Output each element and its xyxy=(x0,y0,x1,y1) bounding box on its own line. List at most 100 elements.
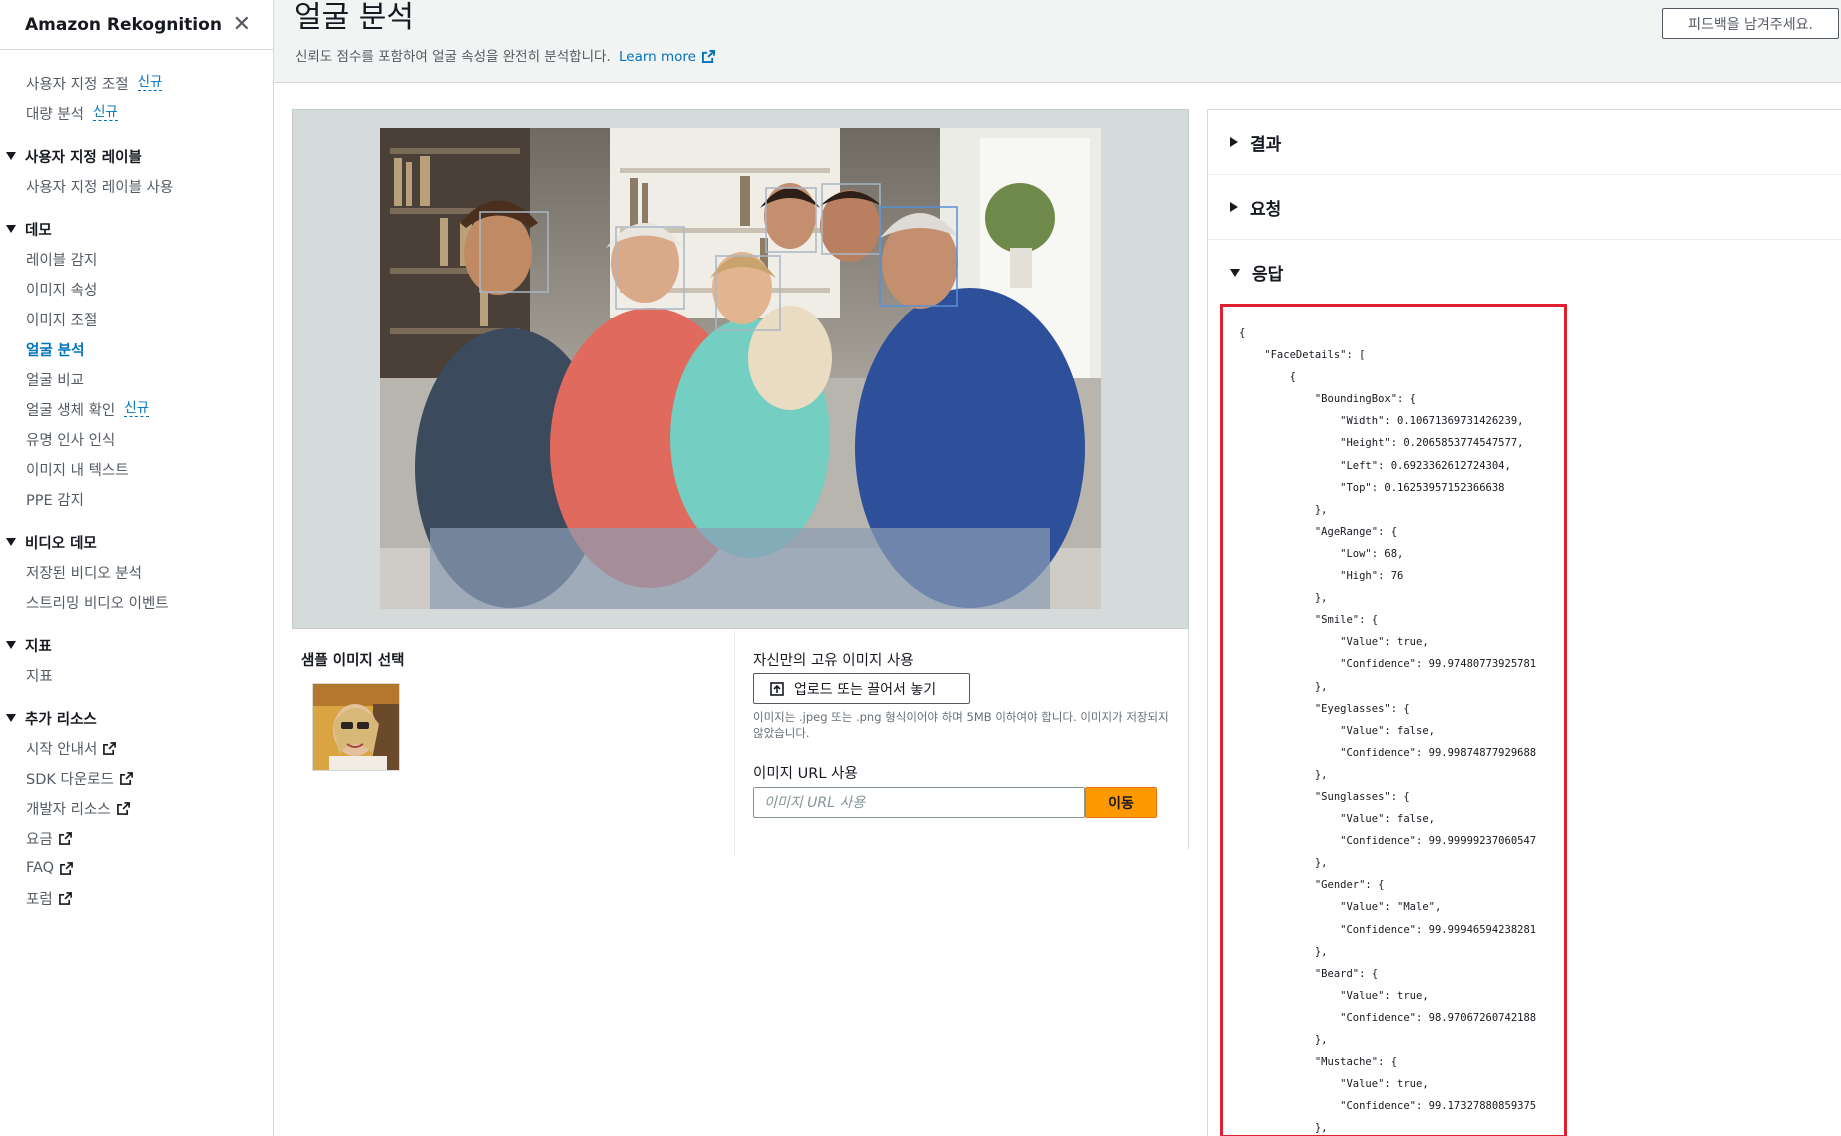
sidebar-item[interactable]: 사용자 지정 조절 신규 xyxy=(0,68,273,98)
sidebar-item-label: 포럼 xyxy=(26,891,53,908)
sidebar-section-header[interactable]: 지표 xyxy=(0,630,273,660)
caret-down-icon xyxy=(6,538,16,546)
caret-down-icon xyxy=(6,714,16,722)
learn-more-label: Learn more xyxy=(619,49,696,65)
upload-button[interactable]: 업로드 또는 끌어서 놓기 xyxy=(753,673,970,704)
external-link-icon xyxy=(58,831,72,845)
sidebar-section-title: 추가 리소스 xyxy=(25,711,97,728)
new-badge[interactable]: 신규 xyxy=(92,105,118,121)
sidebar-item[interactable]: 포럼 xyxy=(0,883,273,913)
url-label: 이미지 URL 사용 xyxy=(753,766,858,782)
sidebar-item-label: 사용자 지정 레이블 사용 xyxy=(26,179,174,196)
sidebar-item[interactable]: 이미지 속성 xyxy=(0,274,273,304)
sidebar-item-label: PPE 감지 xyxy=(26,492,84,509)
sidebar-item[interactable]: 이미지 내 텍스트 xyxy=(0,454,273,484)
sidebar-section-header[interactable]: 데모 xyxy=(0,214,273,244)
sidebar-item-label: SDK 다운로드 xyxy=(26,771,114,788)
sidebar-section-title: 비디오 데모 xyxy=(25,535,97,552)
sidebar-item[interactable]: 레이블 감지 xyxy=(0,244,273,274)
caret-right-icon xyxy=(1230,202,1238,212)
page-title: 얼굴 분석 xyxy=(294,0,414,35)
external-link-icon xyxy=(119,771,133,785)
sidebar-item[interactable]: 개발자 리소스 xyxy=(0,793,273,823)
sidebar-item[interactable]: SDK 다운로드 xyxy=(0,763,273,793)
sidebar-item-label: 사용자 지정 조절 xyxy=(26,76,129,93)
sample-woman-photo xyxy=(313,684,399,770)
image-url-input[interactable] xyxy=(753,787,1085,818)
sidebar-section-header[interactable]: 사용자 지정 레이블 xyxy=(0,141,273,171)
sidebar-item-label: 이미지 속성 xyxy=(26,282,98,299)
external-link-icon xyxy=(116,801,130,815)
sidebar-item[interactable]: 대량 분석 신규 xyxy=(0,98,273,128)
results-panel: 결과 요청 응답 { "FaceDetails": [ { "BoundingB… xyxy=(1207,109,1841,1136)
description-text: 신뢰도 점수를 포함하여 얼굴 속성을 완전히 분석합니다. xyxy=(295,49,611,65)
response-json-viewer[interactable]: { "FaceDetails": [ { "BoundingBox": { "W… xyxy=(1220,304,1567,1136)
sidebar-title: Amazon Rekognition xyxy=(25,14,222,35)
sidebar-item[interactable]: 유명 인사 인식 xyxy=(0,424,273,454)
sidebar-section-header[interactable]: 추가 리소스 xyxy=(0,703,273,733)
sidebar-item[interactable]: 얼굴 비교 xyxy=(0,364,273,394)
image-preview-panel xyxy=(292,109,1189,629)
sidebar-item-label: 이미지 조절 xyxy=(26,312,98,329)
sidebar-item-label: 스트리밍 비디오 이벤트 xyxy=(26,595,169,612)
sidebar-item-label: FAQ xyxy=(26,860,55,876)
sidebar-item-label: 레이블 감지 xyxy=(26,252,98,269)
sidebar-item[interactable]: FAQ xyxy=(0,853,273,883)
section-request-label: 요청 xyxy=(1250,199,1282,220)
external-link-icon xyxy=(58,891,72,905)
sidebar-item[interactable]: 얼굴 생체 확인 신규 xyxy=(0,394,273,424)
own-image-label: 자신만의 고유 이미지 사용 xyxy=(753,653,914,669)
sample-image-label: 샘플 이미지 선택 xyxy=(301,653,405,669)
sidebar-item[interactable]: 저장된 비디오 분석 xyxy=(0,557,273,587)
external-link-icon xyxy=(702,50,716,63)
response-json-text: { "FaceDetails": [ { "BoundingBox": { "W… xyxy=(1239,327,1537,1135)
learn-more-link[interactable]: Learn more xyxy=(619,49,716,65)
new-badge[interactable]: 신규 xyxy=(124,401,150,417)
external-link-icon xyxy=(60,861,74,875)
sidebar-item[interactable]: 이미지 조절 xyxy=(0,304,273,334)
caret-down-icon xyxy=(1230,268,1240,277)
upload-icon xyxy=(770,681,784,696)
sidebar-section-title: 데모 xyxy=(25,222,52,239)
sidebar-item-label: 개발자 리소스 xyxy=(26,801,111,818)
sidebar-item-label: 유명 인사 인식 xyxy=(26,432,116,449)
caret-right-icon xyxy=(1230,137,1238,147)
sidebar-item-label: 얼굴 분석 xyxy=(26,342,85,359)
sidebar-section-header[interactable]: 비디오 데모 xyxy=(0,527,273,557)
section-response[interactable]: 응답 xyxy=(1208,240,1841,305)
sidebar-item-label: 지표 xyxy=(26,668,53,685)
sidebar-item[interactable]: 요금 xyxy=(0,823,273,853)
go-button[interactable]: 이동 xyxy=(1085,787,1157,818)
feedback-button[interactable]: 피드백을 남겨주세요. xyxy=(1662,8,1839,39)
sidebar-item-label: 저장된 비디오 분석 xyxy=(26,565,142,582)
new-badge[interactable]: 신규 xyxy=(137,75,163,91)
close-icon[interactable]: ✕ xyxy=(233,13,251,36)
sample-image-thumbnail[interactable] xyxy=(312,683,400,771)
sidebar-item[interactable]: PPE 감지 xyxy=(0,484,273,514)
sidebar-item[interactable]: 지표 xyxy=(0,660,273,690)
sidebar-item-label: 얼굴 생체 확인 xyxy=(26,402,116,419)
section-results[interactable]: 결과 xyxy=(1208,110,1841,175)
upload-label: 업로드 또는 끌어서 놓기 xyxy=(794,681,937,698)
sidebar-nav: 사용자 지정 조절 신규 대량 분석 신규 사용자 지정 레이블 사용자 지정 레이블 사… xyxy=(0,50,273,913)
section-results-label: 결과 xyxy=(1250,134,1282,155)
analyzed-image xyxy=(380,128,1101,609)
sidebar-item[interactable]: 사용자 지정 레이블 사용 xyxy=(0,171,273,201)
page-header: 얼굴 분석 신뢰도 점수를 포함하여 얼굴 속성을 완전히 분석합니다. Lea… xyxy=(274,0,1841,83)
sidebar-item-active[interactable]: 얼굴 분석 xyxy=(0,334,273,364)
sidebar-item-label: 얼굴 비교 xyxy=(26,372,84,389)
page-description: 신뢰도 점수를 포함하여 얼굴 속성을 완전히 분석합니다. Learn mor… xyxy=(295,45,716,65)
sidebar-item-label: 대량 분석 xyxy=(26,106,84,123)
family-photo xyxy=(380,128,1101,609)
section-response-label: 응답 xyxy=(1252,265,1284,285)
sidebar-item-label: 이미지 내 텍스트 xyxy=(26,462,129,479)
divider xyxy=(734,629,735,857)
upload-note: 이미지는 .jpeg 또는 .png 형식이어야 하며 5MB 이하여야 합니다… xyxy=(753,710,1169,740)
section-request[interactable]: 요청 xyxy=(1208,175,1841,240)
image-source-controls: 샘플 이미지 선택 자신만의 고유 이미지 사용 업로드 또는 끌어서 놓기 이… xyxy=(292,629,1189,857)
caret-down-icon xyxy=(6,152,16,160)
sidebar-item[interactable]: 스트리밍 비디오 이벤트 xyxy=(0,587,273,617)
sidebar-item[interactable]: 시작 안내서 xyxy=(0,733,273,763)
sidebar-item-label: 시작 안내서 xyxy=(26,741,98,758)
external-link-icon xyxy=(103,741,117,755)
